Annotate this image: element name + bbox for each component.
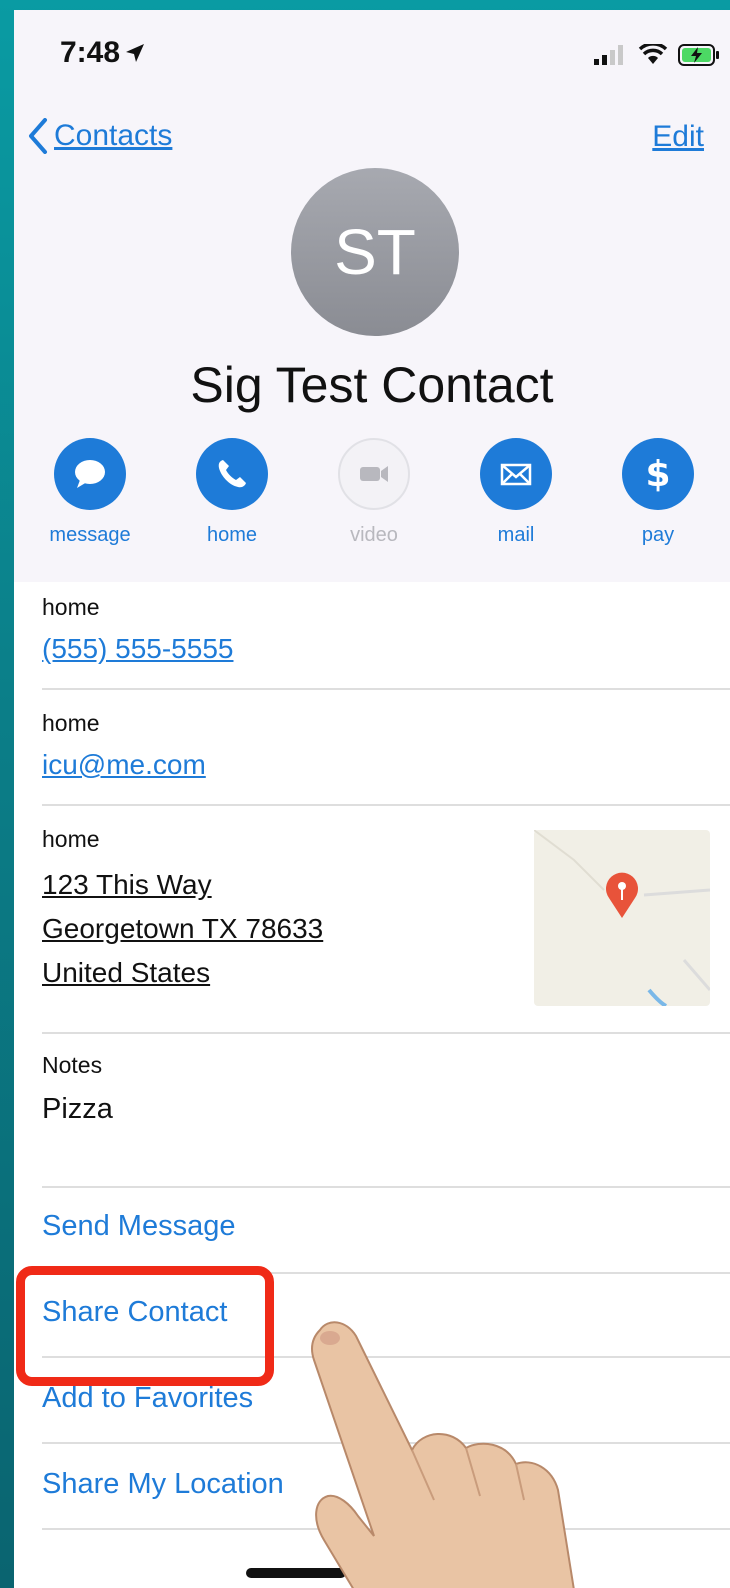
contact-card-screen: 7:48 Contacts Edit ST Sig Test Contact m…	[14, 10, 730, 1588]
add-to-favorites-button[interactable]: Add to Favorites	[42, 1382, 253, 1415]
notes-value: Pizza	[42, 1093, 113, 1125]
divider	[42, 1032, 730, 1034]
video-action-button[interactable]: video	[314, 438, 434, 547]
phone-icon	[218, 460, 246, 488]
map-pin-icon	[533, 829, 712, 1008]
divider	[42, 1186, 730, 1188]
notes-label: Notes	[42, 1052, 103, 1078]
send-message-button[interactable]: Send Message	[42, 1210, 235, 1243]
home-action-label: home	[206, 524, 258, 546]
contact-name: Sig Test Contact	[190, 357, 554, 413]
contact-header: 7:48 Contacts Edit ST Sig Test Contact m…	[14, 10, 730, 582]
video-action-label: video	[350, 524, 398, 546]
share-contact-highlight-box	[16, 1266, 274, 1386]
avatar: ST	[291, 168, 459, 336]
location-arrow-icon	[126, 44, 145, 62]
divider	[42, 804, 730, 806]
quick-actions: message home video mail $ pay	[14, 438, 730, 558]
back-label: Contacts	[54, 119, 173, 152]
phone-label: home	[42, 594, 100, 620]
pay-action-label: pay	[641, 524, 675, 546]
notes-field[interactable]: Notes Pizza	[42, 1052, 730, 1126]
message-bubble-icon	[75, 460, 105, 488]
status-bar-time: 7:48	[60, 36, 146, 70]
video-camera-icon	[360, 466, 388, 482]
mail-action-button[interactable]: mail	[456, 438, 576, 547]
phone-number-link[interactable]: (555) 555-5555	[42, 633, 730, 665]
divider	[42, 688, 730, 690]
time-label: 7:48	[60, 36, 121, 69]
pointing-hand-icon	[311, 1321, 575, 1588]
back-to-contacts-button[interactable]: Contacts	[28, 118, 172, 154]
signal-icon	[594, 45, 623, 65]
email-field[interactable]: home icu@me.com	[42, 710, 730, 781]
mail-action-label: mail	[497, 524, 535, 546]
message-action-button[interactable]: message	[30, 438, 150, 547]
edit-button[interactable]: Edit	[652, 120, 704, 154]
address-map-thumbnail[interactable]	[533, 829, 712, 1008]
phone-field[interactable]: home (555) 555-5555	[42, 594, 730, 665]
pay-action-button[interactable]: $ pay	[598, 438, 718, 547]
message-action-label: message	[49, 524, 131, 546]
wifi-icon	[638, 44, 668, 64]
email-link[interactable]: icu@me.com	[42, 749, 730, 781]
chevron-left-icon	[29, 118, 47, 154]
call-home-action-button[interactable]: home	[172, 438, 292, 547]
battery-charging-icon	[678, 44, 719, 66]
dollar-icon: $	[645, 453, 671, 495]
envelope-icon	[500, 463, 532, 486]
share-my-location-button[interactable]: Share My Location	[42, 1468, 284, 1501]
status-icons	[594, 44, 720, 66]
email-label: home	[42, 710, 100, 736]
